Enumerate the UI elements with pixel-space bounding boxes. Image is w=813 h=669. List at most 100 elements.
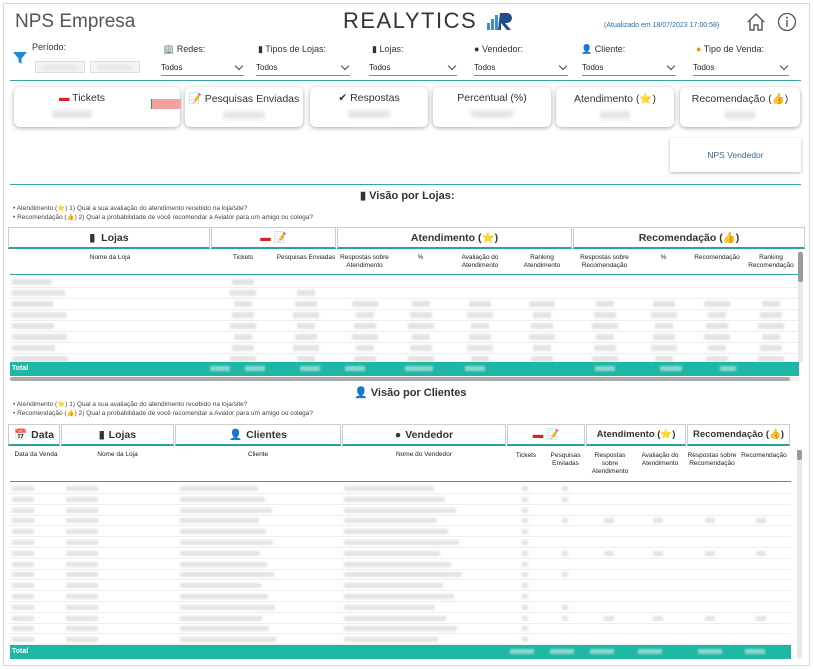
vendedor-select[interactable]: Todos <box>474 60 568 76</box>
table-row[interactable] <box>10 560 791 570</box>
table-cell <box>652 334 675 340</box>
periodo-end-input[interactable] <box>90 61 140 73</box>
info-icon[interactable] <box>776 11 798 33</box>
column-header[interactable]: Nome da Loja <box>61 451 174 459</box>
table-cell <box>344 583 443 589</box>
column-header[interactable]: Respostas sobre Recomendação <box>573 254 636 270</box>
column-header[interactable]: Cliente <box>175 451 341 459</box>
table-cell <box>230 290 256 296</box>
table-cell <box>562 615 568 621</box>
column-header[interactable]: Respostas sobre Atendimento <box>586 452 634 476</box>
table-cell <box>705 518 715 524</box>
table-cell <box>529 301 555 307</box>
table-row[interactable] <box>10 614 791 624</box>
redes-select[interactable]: Todos <box>161 60 244 76</box>
table-cell <box>409 312 432 318</box>
lojas-hscroll[interactable] <box>10 377 799 381</box>
table-cell <box>533 345 551 351</box>
periodo-start-input[interactable] <box>35 61 85 73</box>
table-row[interactable] <box>10 603 791 613</box>
tipos-lojas-select[interactable]: Todos <box>256 60 350 76</box>
table-cell <box>467 312 493 318</box>
table-row[interactable] <box>10 484 791 494</box>
table-row[interactable] <box>10 495 791 505</box>
table-row[interactable] <box>10 516 791 527</box>
column-header[interactable]: Respostas sobre Atendimento <box>337 254 392 270</box>
table-row[interactable] <box>10 570 791 581</box>
lojas-scrollbar[interactable] <box>798 252 803 362</box>
table-cell <box>232 345 254 351</box>
table-cell <box>12 323 54 329</box>
column-header[interactable]: Nome da Loja <box>10 254 210 262</box>
table-cell <box>12 496 34 502</box>
lojas-select[interactable]: Todos <box>369 60 457 76</box>
table-cell <box>562 496 568 502</box>
table-row[interactable] <box>10 581 791 592</box>
table-row[interactable] <box>10 321 799 332</box>
table-cell <box>180 550 260 556</box>
column-header[interactable]: Pesquisas Enviadas <box>276 254 336 262</box>
table-row[interactable] <box>10 299 799 310</box>
table-cell <box>180 507 272 513</box>
column-header[interactable]: Tickets <box>507 452 545 460</box>
table-cell <box>12 334 67 340</box>
table-cell <box>12 637 34 643</box>
table-row[interactable] <box>10 624 791 635</box>
table-row[interactable] <box>10 288 799 299</box>
table-row[interactable] <box>10 332 799 343</box>
clientes-group-header: 👤 Clientes <box>175 424 341 446</box>
table-cell <box>522 615 528 621</box>
column-header[interactable]: % <box>393 254 448 262</box>
table-cell <box>706 323 728 329</box>
column-header[interactable]: Tickets <box>211 254 275 262</box>
table-row[interactable] <box>10 343 799 354</box>
table-cell <box>66 604 98 610</box>
table-row[interactable] <box>10 538 791 548</box>
table-cell <box>12 312 66 318</box>
column-header[interactable]: Recomendação <box>691 254 743 262</box>
table-cell <box>522 637 528 643</box>
recomendacao2-group-header: Recomendação (👍) <box>687 424 790 446</box>
table-cell <box>297 323 315 329</box>
table-cell <box>708 312 726 318</box>
tickets2-group-header: ▬ 📝 <box>507 424 585 446</box>
table-row[interactable] <box>10 549 791 559</box>
column-header[interactable]: Avaliação do Atendimento <box>635 452 685 468</box>
table-row[interactable] <box>10 310 799 321</box>
table-row[interactable] <box>10 277 799 288</box>
table-cell <box>12 561 34 567</box>
clientes-scrollbar[interactable] <box>797 450 802 658</box>
table-cell <box>12 529 34 535</box>
column-header[interactable]: Nome do Vendedor <box>342 451 506 459</box>
cliente-select[interactable]: Todos <box>582 60 676 76</box>
table-cell <box>653 615 663 621</box>
column-header[interactable]: Avaliação do Atendimento <box>449 254 511 270</box>
table-cell <box>180 637 276 643</box>
column-header[interactable]: Data da Venda <box>10 451 62 459</box>
table-row[interactable] <box>10 527 791 538</box>
table-cell <box>467 345 493 351</box>
column-header[interactable]: Ranking Atendimento <box>512 254 572 270</box>
logo-mark-icon <box>487 13 513 30</box>
table-cell <box>562 518 568 524</box>
updated-timestamp: (Atualizado em 18/07/2023 17:00:58) <box>604 22 720 29</box>
tipos-lojas-label: ▮ Tipos de Lojas: <box>258 44 326 54</box>
column-header[interactable]: Ranking Recomendação <box>744 254 798 270</box>
tipo-venda-select[interactable]: Todos <box>693 60 789 76</box>
column-header[interactable]: Pesquisas Enviadas <box>546 452 585 468</box>
nps-vendedor-button[interactable]: NPS Vendedor <box>670 138 801 172</box>
table-cell <box>66 540 98 545</box>
table-cell <box>232 312 254 318</box>
column-header[interactable]: % <box>637 254 690 262</box>
table-cell <box>66 637 98 643</box>
lojas-legend: • Atendimento (⭐) 1) Qual a sua avaliaçã… <box>13 205 314 221</box>
table-cell <box>593 345 616 351</box>
home-icon[interactable] <box>745 11 767 33</box>
table-row[interactable] <box>10 635 791 646</box>
total-cell <box>638 649 662 654</box>
table-row[interactable] <box>10 592 791 602</box>
column-header[interactable]: Respostas sobre Recomendação <box>687 452 737 468</box>
table-row[interactable] <box>10 506 791 516</box>
column-header[interactable]: Recomendação <box>738 452 790 460</box>
table-cell <box>708 345 726 351</box>
